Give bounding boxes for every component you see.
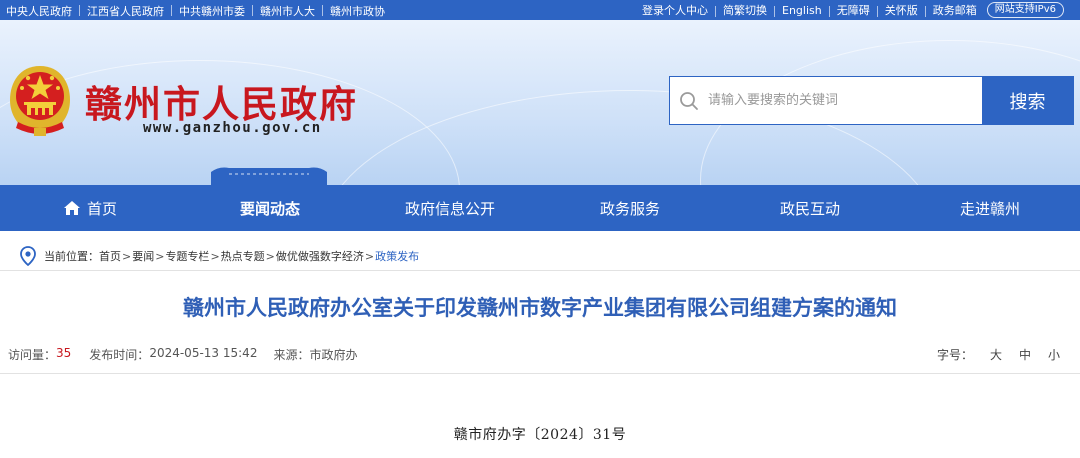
views-count: 35 — [56, 346, 72, 360]
nav-about-ganzhou-label: 走进赣州 — [959, 199, 1020, 218]
source-label: 来源： — [273, 348, 310, 362]
nav-gov-info-label: 政府信息公开 — [404, 199, 495, 218]
publish-date: 2024-05-13 15:42 — [149, 346, 258, 360]
breadcrumb-separator: > — [155, 249, 165, 263]
font-size-label: 字号： — [936, 348, 973, 362]
breadcrumb-separator: > — [122, 249, 132, 263]
font-size-medium[interactable]: 中 — [1019, 346, 1031, 363]
divider — [171, 5, 172, 16]
top-link-npc[interactable]: 赣州市人大 — [260, 3, 315, 19]
nav-interaction-label: 政民互动 — [779, 199, 840, 218]
nav-news[interactable]: 要闻动态 — [180, 185, 360, 231]
nav-news-label: 要闻动态 — [239, 199, 300, 218]
main-nav: 首页 要闻动态 政府信息公开 政务服务 政民互动 走进赣州 — [0, 185, 1080, 231]
breadcrumb-separator: > — [210, 249, 220, 263]
gov-mail-link[interactable]: 政务邮箱 — [933, 2, 977, 18]
search-icon — [670, 77, 708, 124]
nav-home[interactable]: 首页 — [0, 185, 180, 231]
nav-gov-info[interactable]: 政府信息公开 — [360, 185, 540, 231]
divider — [876, 5, 878, 17]
home-icon — [63, 200, 81, 216]
top-link-cppcc[interactable]: 赣州市政协 — [330, 3, 385, 19]
utility-links: 登录个人中心 简繁切换 English 无障碍 关怀版 政务邮箱 网站支持IPv… — [642, 2, 1064, 18]
breadcrumb: 当前位置： 首页 > 要闻 > 专题专栏 > 热点专题 > 做优做强数字经济 > 政策发布 — [20, 246, 419, 266]
breadcrumb-prefix: 当前位置： — [44, 250, 99, 263]
font-size-large[interactable]: 大 — [990, 346, 1002, 363]
ipv6-badge: 网站支持IPv6 — [986, 2, 1064, 18]
font-size-switcher: 字号： 大 中 小 — [937, 346, 1060, 363]
breadcrumb-current[interactable]: 政策发布 — [375, 248, 419, 264]
nav-services[interactable]: 政务服务 — [540, 185, 720, 231]
divider — [828, 5, 830, 17]
top-links: 中央人民政府 江西省人民政府 中共赣州市委 赣州市人大 赣州市政协 — [6, 3, 385, 19]
article-title: 赣州市人民政府办公室关于印发赣州市数字产业集团有限公司组建方案的通知 — [183, 296, 897, 320]
breadcrumb-news[interactable]: 要闻 — [132, 248, 154, 264]
elderly-mode-link[interactable]: 关怀版 — [885, 2, 918, 18]
search-box: 搜索 — [669, 76, 1074, 125]
breadcrumb-digital-economy[interactable]: 做优做强数字经济 — [276, 248, 364, 264]
source-value: 市政府办 — [309, 348, 358, 362]
divider — [252, 5, 253, 16]
top-link-central-gov[interactable]: 中央人民政府 — [6, 3, 72, 19]
search-input[interactable] — [708, 77, 982, 124]
nav-interaction[interactable]: 政民互动 — [720, 185, 900, 231]
breadcrumb-home[interactable]: 首页 — [99, 248, 121, 264]
national-emblem-icon[interactable] — [4, 62, 76, 140]
breadcrumb-special-topics[interactable]: 专题专栏 — [165, 248, 209, 264]
nav-about-ganzhou[interactable]: 走进赣州 — [900, 185, 1080, 231]
divider — [924, 5, 926, 17]
divider — [715, 5, 716, 17]
breadcrumb-separator: > — [265, 249, 275, 263]
top-link-jiangxi-gov[interactable]: 江西省人民政府 — [87, 3, 164, 19]
nav-services-label: 政务服务 — [599, 199, 660, 218]
top-bar: 中央人民政府 江西省人民政府 中共赣州市委 赣州市人大 赣州市政协 登录个人中心… — [0, 0, 1080, 20]
login-link[interactable]: 登录个人中心 — [642, 2, 708, 18]
breadcrumb-separator: > — [364, 249, 375, 263]
nav-home-label: 首页 — [86, 199, 117, 218]
divider — [322, 5, 323, 16]
document-number: 赣市府办字〔2024〕31号 — [453, 427, 627, 443]
divider — [79, 5, 80, 16]
traditional-simplified-toggle[interactable]: 简繁切换 — [723, 2, 767, 18]
publish-date-label: 发布时间： — [89, 348, 150, 362]
breadcrumb-hot-topics[interactable]: 热点专题 — [221, 248, 265, 264]
divider — [0, 373, 1080, 374]
site-header: 赣州市人民政府 www.ganzhou.gov.cn 搜索 — [0, 20, 1080, 185]
accessibility-link[interactable]: 无障碍 — [837, 2, 870, 18]
views-label: 访问量： — [8, 348, 57, 362]
search-button[interactable]: 搜索 — [982, 77, 1073, 124]
article-meta: 访问量： 35 发布时间： 2024-05-13 15:42 来源： 市政府办 — [8, 346, 357, 363]
top-link-party-committee[interactable]: 中共赣州市委 — [179, 3, 245, 19]
location-pin-icon — [20, 246, 36, 266]
font-size-small[interactable]: 小 — [1048, 346, 1060, 363]
divider — [0, 270, 1080, 271]
divider — [774, 5, 775, 17]
site-url: www.ganzhou.gov.cn — [143, 120, 322, 136]
english-link[interactable]: English — [782, 4, 822, 17]
